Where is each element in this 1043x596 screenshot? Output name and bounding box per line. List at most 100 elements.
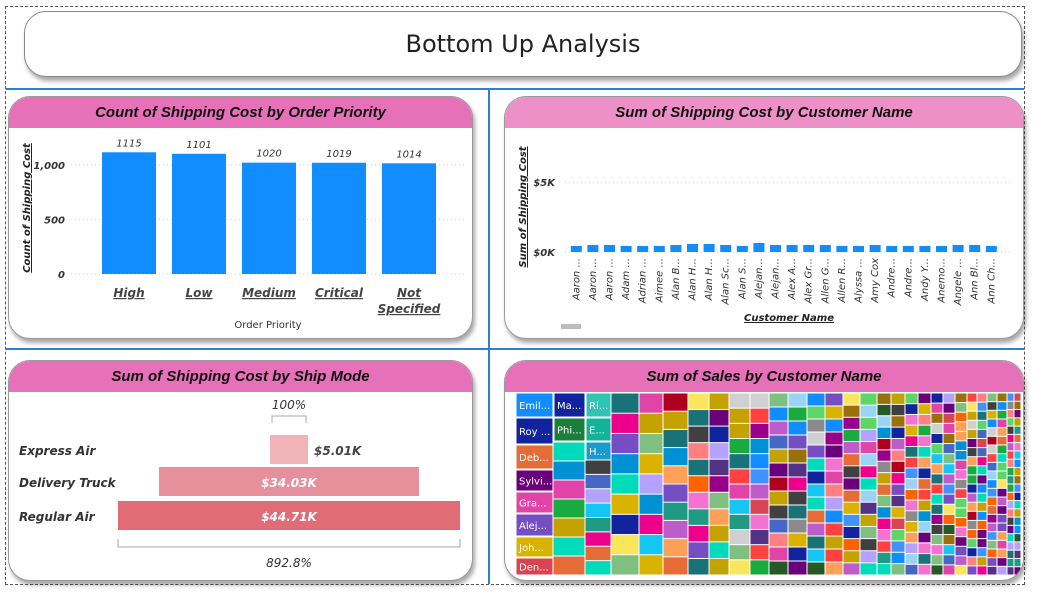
treemap-tile: [997, 454, 1007, 462]
x-tick-label: Alejan...: [754, 258, 765, 300]
treemap-tile: [977, 530, 987, 539]
treemap-tile: [955, 441, 967, 450]
treemap-tile: [943, 494, 955, 504]
shipmode-chart-svg: 100% Express Air $5.01K Delivery Truck $34.0…: [19, 398, 461, 570]
treemap-card[interactable]: Sum of Sales by Customer Name Emil... Ma.…: [504, 360, 1024, 581]
treemap-tile: [997, 445, 1007, 454]
treemap-tile: [843, 551, 860, 563]
treemap-tile: [825, 549, 843, 562]
treemap-tile: [860, 454, 877, 466]
treemap-tile: [967, 548, 977, 557]
x-tick-label: Ann Ch...: [986, 258, 997, 305]
treemap-tile: [891, 507, 905, 518]
treemap-tile: [955, 565, 967, 575]
treemap-tile: [918, 425, 931, 436]
treemap-tile: [905, 447, 918, 457]
x-tick-label: Aaron ...: [605, 258, 616, 301]
x-tick-label: Aimee ...: [654, 258, 665, 303]
treemap-tile: [997, 471, 1007, 480]
treemap-tile: [843, 478, 860, 490]
treemap-tile: [729, 408, 750, 423]
treemap-tile: [807, 510, 825, 523]
treemap-tile: [891, 495, 905, 507]
treemap-tile: [977, 466, 987, 475]
treemap-tile: [967, 493, 977, 502]
treemap-tile: [877, 473, 891, 484]
bar: [312, 162, 366, 274]
category-label: Delivery Truck: [19, 476, 117, 490]
treemap-tile: [931, 484, 943, 494]
treemap-tile: [967, 520, 977, 529]
treemap-tile: [997, 428, 1007, 436]
x-tick-label: Aaron ...: [588, 258, 599, 301]
treemap-tile: [843, 514, 860, 526]
treemap-tile: [1007, 558, 1014, 567]
priority-chart-card[interactable]: Count of Shipping Cost by Order Priority…: [8, 96, 473, 339]
x-tick-label: High: [113, 286, 144, 300]
treemap-tile: [769, 407, 788, 421]
treemap-tile: [788, 547, 807, 561]
x-tick-label: Andre...: [903, 258, 914, 298]
bar: [382, 163, 436, 274]
treemap-tile: [843, 466, 860, 478]
treemap-tile: [709, 410, 729, 426]
treemap-tile: [729, 393, 750, 408]
treemap-tile: [639, 555, 663, 575]
x-tick-label: Alan S...: [737, 258, 748, 300]
treemap-tile: [1007, 410, 1014, 418]
treemap-tile: [750, 530, 769, 545]
treemap-tile: [639, 535, 663, 555]
treemap-tile: [1014, 459, 1021, 467]
treemap-tile: [877, 439, 891, 450]
treemap-tile: [585, 460, 611, 474]
treemap-tile: [905, 511, 918, 521]
treemap-tile: [931, 464, 943, 474]
treemap-tile: [1014, 517, 1021, 525]
bar: [587, 245, 599, 252]
treemap-tile: [931, 413, 943, 423]
treemap-tile: [611, 514, 639, 535]
treemap-tile: [750, 423, 769, 438]
x-tick-label: Not: [397, 286, 422, 300]
treemap-tile: [825, 393, 843, 406]
treemap-tile: [788, 491, 807, 505]
customer-chart-card[interactable]: Sum of Shipping Cost by Customer Name $5…: [504, 96, 1024, 339]
x-tick-label: Specified: [378, 302, 441, 316]
treemap-tile: [688, 476, 709, 492]
treemap-tile: [977, 484, 987, 493]
treemap-tile: [688, 558, 709, 575]
treemap-label: Emil...: [519, 401, 550, 412]
treemap-tile: [997, 506, 1007, 514]
treemap-tile: [688, 492, 709, 509]
y-axis-label: Count of Shipping Cost: [22, 142, 33, 273]
shipmode-chart-card[interactable]: Sum of Shipping Cost by Ship Mode 100% Ex…: [8, 360, 473, 581]
treemap-tile: [987, 402, 997, 410]
treemap-tile: [688, 542, 709, 558]
treemap-tile: [905, 521, 918, 532]
treemap-tile: [860, 514, 877, 526]
data-label: $5.01K: [314, 444, 363, 458]
treemap-tile: [639, 393, 663, 413]
treemap-tile: [860, 417, 877, 429]
treemap-tile: [1007, 426, 1014, 434]
treemap-tile: [931, 504, 943, 514]
treemap-tile: [1007, 550, 1014, 558]
treemap-tile: [891, 473, 905, 484]
treemap-tile: [843, 429, 860, 442]
treemap-tile: [611, 555, 639, 575]
treemap-tile: [807, 419, 825, 432]
y-tick-label: 500: [44, 215, 65, 226]
treemap-tile: [860, 551, 877, 563]
treemap-tile: [1007, 401, 1014, 410]
treemap-tile: [788, 477, 807, 491]
bar: [653, 246, 665, 252]
treemap-tile: [931, 524, 943, 535]
treemap-tile: [977, 511, 987, 520]
treemap-tile: [918, 564, 931, 575]
treemap-tile: [987, 514, 997, 523]
treemap-tile: [955, 450, 967, 460]
treemap-tile: [997, 480, 1007, 488]
bar: [819, 245, 831, 252]
x-tick-label: Alan B...: [671, 258, 682, 301]
treemap-tile: [860, 405, 877, 417]
